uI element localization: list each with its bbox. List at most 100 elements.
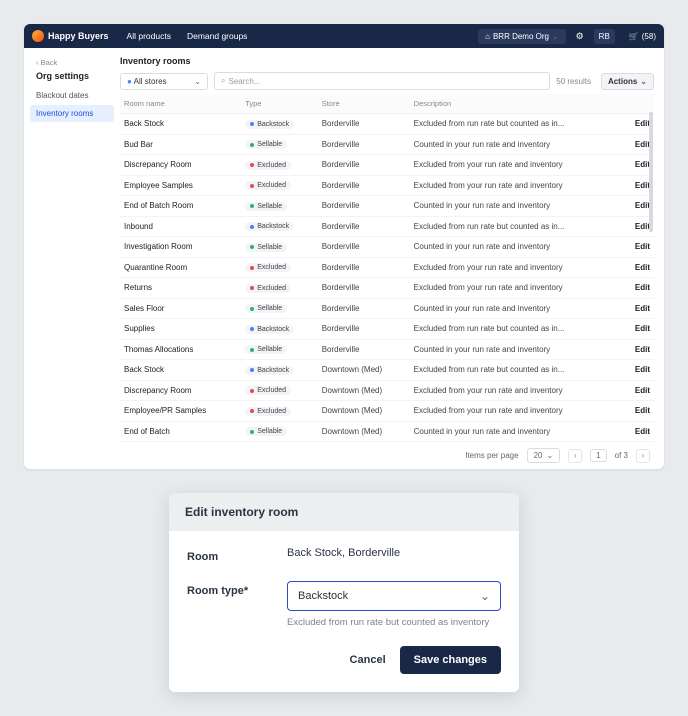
modal-title: Edit inventory room: [169, 493, 519, 531]
room-type-cell: Backstock: [241, 319, 317, 340]
brand[interactable]: Happy Buyers: [32, 30, 109, 42]
room-name-cell: End of Batch Room: [120, 196, 241, 217]
edit-link[interactable]: Edit: [635, 119, 650, 128]
gear-icon[interactable]: ⚙: [574, 30, 586, 42]
edit-link[interactable]: Edit: [635, 324, 650, 333]
room-store-cell: Borderville: [318, 196, 410, 217]
room-type-label: Room type*: [187, 581, 287, 628]
user-avatar[interactable]: RB: [594, 29, 615, 44]
page-prev-button[interactable]: ‹: [568, 449, 582, 463]
search-placeholder: Search...: [228, 77, 260, 86]
room-type-cell: Excluded: [241, 401, 317, 422]
nav-all-products[interactable]: All products: [127, 31, 171, 41]
room-store-cell: Borderville: [318, 114, 410, 135]
edit-link[interactable]: Edit: [635, 201, 650, 210]
toolbar: ● All stores ⌄ ⌕ Search... 50 results Ac…: [120, 72, 654, 90]
room-name-cell: Inbound: [120, 216, 241, 237]
room-name-cell: Discrepancy Room: [120, 155, 241, 176]
room-type-cell: Sellable: [241, 134, 317, 155]
room-name-cell: Thomas Allocations: [120, 339, 241, 360]
edit-link[interactable]: Edit: [635, 242, 650, 251]
room-store-cell: Borderville: [318, 319, 410, 340]
room-name-cell: Sales Floor: [120, 298, 241, 319]
room-desc-cell: Counted in your run rate and inventory: [410, 237, 623, 258]
room-store-cell: Borderville: [318, 134, 410, 155]
room-name-cell: End of Batch: [120, 421, 241, 442]
room-label: Room: [187, 547, 287, 563]
edit-link[interactable]: Edit: [635, 140, 650, 149]
cancel-button[interactable]: Cancel: [350, 654, 386, 666]
actions-button[interactable]: Actions ⌄: [601, 73, 654, 90]
table-row: Investigation RoomSellableBordervilleCou…: [120, 237, 654, 258]
page-total: of 3: [615, 451, 628, 460]
page-current: 1: [590, 449, 606, 462]
room-desc-cell: Excluded from your run rate and inventor…: [410, 401, 623, 422]
room-store-cell: Borderville: [318, 257, 410, 278]
table-row: Thomas AllocationsSellableBordervilleCou…: [120, 339, 654, 360]
items-per-page-select[interactable]: 20 ⌄: [527, 448, 561, 463]
room-desc-cell: Excluded from your run rate and inventor…: [410, 175, 623, 196]
edit-link[interactable]: Edit: [635, 345, 650, 354]
table-row: End of Batch RoomSellableBordervilleCoun…: [120, 196, 654, 217]
room-desc-cell: Counted in your run rate and inventory: [410, 134, 623, 155]
table-row: Back StockBackstockDowntown (Med)Exclude…: [120, 360, 654, 381]
scrollbar[interactable]: [649, 112, 653, 232]
room-name-cell: Back Stock: [120, 114, 241, 135]
logo-icon: [32, 30, 44, 42]
column-header: [623, 94, 654, 114]
edit-link[interactable]: Edit: [635, 263, 650, 272]
room-name-cell: Employee/PR Samples: [120, 401, 241, 422]
pagination: Items per page 20 ⌄ ‹ 1 of 3 ›: [120, 442, 654, 469]
room-store-cell: Downtown (Med): [318, 401, 410, 422]
org-name: BRR Demo Org: [493, 32, 549, 41]
room-store-cell: Borderville: [318, 237, 410, 258]
topbar-right: ⌂ BRR Demo Org ⌄ ⚙ RB 🛒 (58): [478, 29, 656, 44]
cart-count: (58): [642, 32, 656, 41]
edit-link[interactable]: Edit: [635, 304, 650, 313]
room-store-cell: Borderville: [318, 216, 410, 237]
room-desc-cell: Excluded from run rate but counted as in…: [410, 114, 623, 135]
room-store-cell: Borderville: [318, 298, 410, 319]
results-count: 50 results: [556, 77, 591, 86]
edit-link[interactable]: Edit: [635, 283, 650, 292]
top-nav: All products Demand groups: [127, 31, 248, 41]
chevron-down-icon: ⌄: [552, 32, 559, 41]
edit-link[interactable]: Edit: [635, 181, 650, 190]
store-filter[interactable]: ● All stores ⌄: [120, 73, 208, 90]
chevron-down-icon: ⌄: [640, 77, 647, 86]
search-input[interactable]: ⌕ Search...: [214, 72, 550, 90]
room-type-select[interactable]: Backstock ⌄: [287, 581, 501, 611]
room-desc-cell: Counted in your run rate and inventory: [410, 339, 623, 360]
edit-link[interactable]: Edit: [635, 160, 650, 169]
room-type-cell: Excluded: [241, 380, 317, 401]
room-desc-cell: Excluded from run rate but counted as in…: [410, 319, 623, 340]
sidebar-item-blackout[interactable]: Blackout dates: [30, 87, 114, 104]
edit-link[interactable]: Edit: [635, 386, 650, 395]
edit-room-modal: Edit inventory room Room Back Stock, Bor…: [169, 493, 519, 692]
room-type-cell: Sellable: [241, 298, 317, 319]
room-type-cell: Sellable: [241, 421, 317, 442]
cart-button[interactable]: 🛒 (58): [623, 32, 656, 41]
sidebar-item-inventory[interactable]: Inventory rooms: [30, 105, 114, 122]
room-type-cell: Excluded: [241, 278, 317, 299]
table-row: InboundBackstockBordervilleExcluded from…: [120, 216, 654, 237]
edit-link[interactable]: Edit: [635, 406, 650, 415]
edit-link[interactable]: Edit: [635, 427, 650, 436]
room-desc-cell: Excluded from run rate but counted as in…: [410, 216, 623, 237]
room-name-cell: Returns: [120, 278, 241, 299]
table-row: Back StockBackstockBordervilleExcluded f…: [120, 114, 654, 135]
page-next-button[interactable]: ›: [636, 449, 650, 463]
save-button[interactable]: Save changes: [400, 646, 501, 674]
table-container: Room nameTypeStoreDescription Back Stock…: [120, 94, 654, 442]
sidebar: ‹ Back Org settings Blackout dates Inven…: [24, 48, 114, 469]
nav-demand-groups[interactable]: Demand groups: [187, 31, 247, 41]
table-row: ReturnsExcludedBordervilleExcluded from …: [120, 278, 654, 299]
column-header: Room name: [120, 94, 241, 114]
room-name-cell: Employee Samples: [120, 175, 241, 196]
org-switcher[interactable]: ⌂ BRR Demo Org ⌄: [478, 29, 566, 44]
table-row: SuppliesBackstockBordervilleExcluded fro…: [120, 319, 654, 340]
edit-link[interactable]: Edit: [635, 365, 650, 374]
back-link[interactable]: ‹ Back: [30, 56, 114, 69]
table-row: Bud BarSellableBordervilleCounted in you…: [120, 134, 654, 155]
edit-link[interactable]: Edit: [635, 222, 650, 231]
